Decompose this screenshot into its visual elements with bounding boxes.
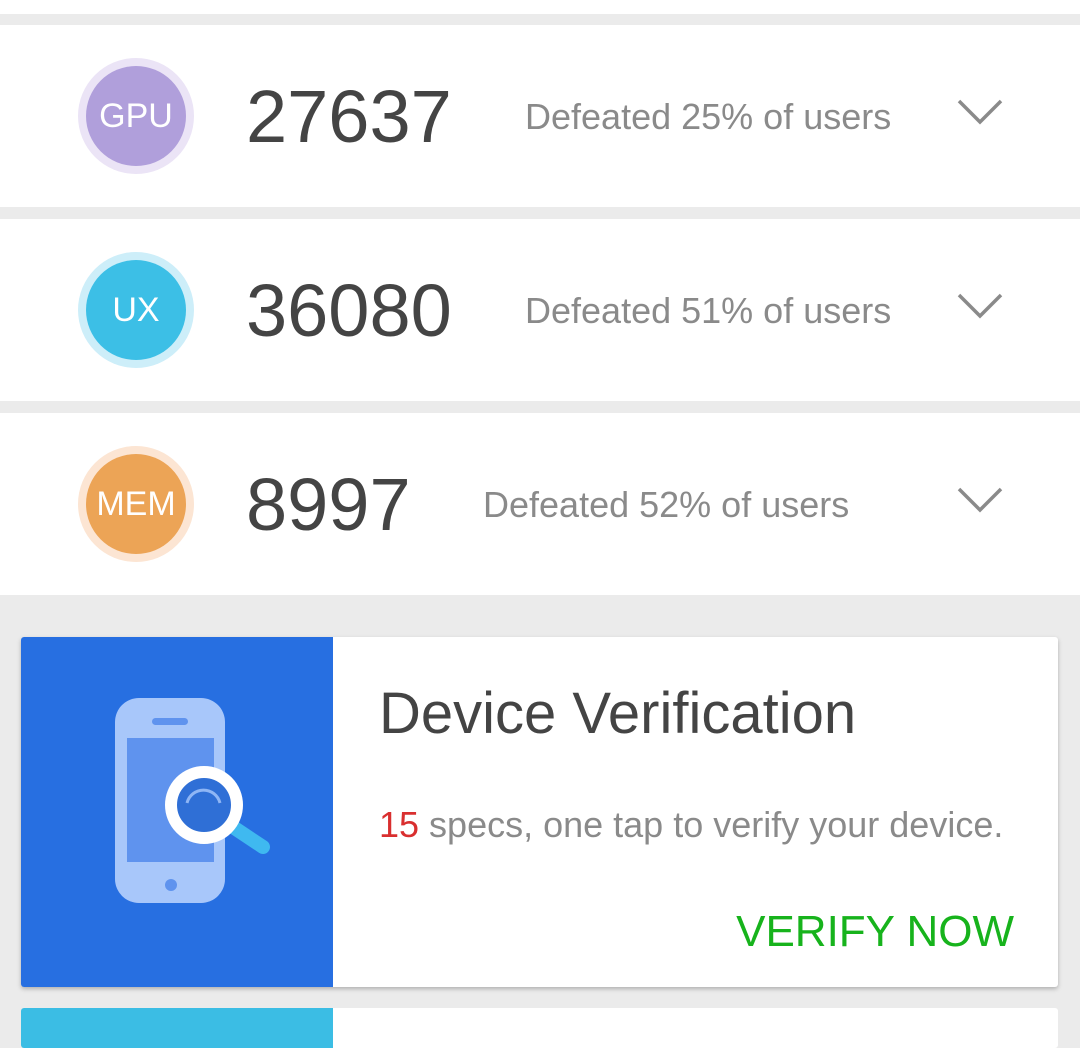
device-verification-card[interactable]: Device Verification 15 specs, one tap to…	[21, 637, 1058, 987]
card-description: 15 specs, one tap to verify your device.	[379, 805, 1003, 845]
mem-defeated-text: Defeated 52% of users	[483, 484, 850, 525]
chevron-down-icon[interactable]	[956, 97, 1004, 127]
gpu-badge: GPU	[86, 66, 186, 166]
next-card[interactable]	[21, 1008, 1058, 1048]
ux-badge: UX	[86, 260, 186, 360]
score-row-mem[interactable]: MEM 8997 Defeated 52% of users	[0, 413, 1080, 595]
gpu-defeated-text: Defeated 25% of users	[525, 96, 892, 137]
verify-now-button[interactable]: VERIFY NOW	[736, 907, 1014, 957]
spec-count: 15	[379, 804, 420, 845]
card-title: Device Verification	[379, 681, 857, 746]
phone-search-icon	[115, 698, 270, 903]
card-illustration	[21, 637, 333, 987]
score-row-gpu[interactable]: GPU 27637 Defeated 25% of users	[0, 25, 1080, 207]
gpu-score: 27637	[246, 75, 452, 158]
mem-score: 8997	[246, 463, 411, 546]
chevron-down-icon[interactable]	[956, 485, 1004, 515]
top-strip	[0, 0, 1080, 14]
chevron-down-icon[interactable]	[956, 291, 1004, 321]
gpu-badge-ring: GPU	[78, 58, 194, 174]
next-card-illustration	[21, 1008, 333, 1048]
mem-badge-ring: MEM	[78, 446, 194, 562]
score-row-ux[interactable]: UX 36080 Defeated 51% of users	[0, 219, 1080, 401]
ux-defeated-text: Defeated 51% of users	[525, 290, 892, 331]
ux-badge-ring: UX	[78, 252, 194, 368]
ux-score: 36080	[246, 269, 452, 352]
card-description-text: specs, one tap to verify your device.	[419, 804, 1004, 845]
mem-badge: MEM	[86, 454, 186, 554]
